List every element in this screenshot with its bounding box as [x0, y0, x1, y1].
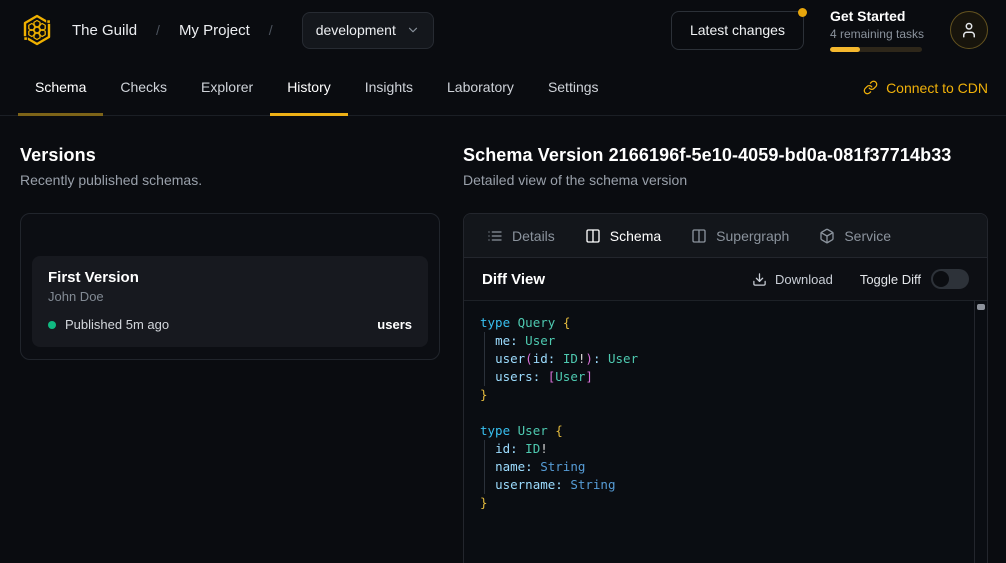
tab-label: Supergraph	[716, 228, 789, 244]
tab-supergraph[interactable]: Supergraph	[676, 214, 804, 257]
connect-to-cdn-button[interactable]: Connect to CDN	[863, 60, 988, 115]
download-icon	[752, 272, 767, 287]
header-right: Latest changes Get Started 4 remaining t…	[671, 8, 988, 52]
toggle-diff-knob	[933, 271, 949, 287]
schema-version-subtitle: Detailed view of the schema version	[463, 172, 988, 188]
breadcrumb-separator: /	[266, 22, 276, 38]
nav-tab-label: Schema	[35, 79, 86, 95]
header-left: The Guild / My Project / development	[18, 11, 434, 49]
get-started-subtitle: 4 remaining tasks	[830, 26, 924, 42]
tab-label: Schema	[610, 228, 661, 244]
nav-tab-insights[interactable]: Insights	[348, 60, 430, 116]
user-avatar-button[interactable]	[950, 11, 988, 49]
download-button[interactable]: Download	[752, 272, 833, 287]
nav-tab-laboratory[interactable]: Laboratory	[430, 60, 531, 116]
primary-nav: Schema Checks Explorer History Insights …	[0, 60, 1006, 116]
tab-details[interactable]: Details	[472, 214, 570, 257]
tab-service[interactable]: Service	[804, 214, 906, 257]
link-icon	[863, 80, 878, 95]
schema-version-card: Details Schema Supergraph	[463, 213, 988, 563]
code-block: type Query { me: User user(id: ID!): Use…	[480, 314, 971, 512]
tab-label: Service	[844, 228, 891, 244]
nav-tab-label: Settings	[548, 79, 599, 95]
columns-icon	[691, 228, 707, 244]
tab-schema[interactable]: Schema	[570, 214, 676, 257]
versions-subtitle: Recently published schemas.	[20, 172, 440, 188]
breadcrumb-separator: /	[153, 22, 163, 38]
list-icon	[487, 228, 503, 244]
nav-tab-history[interactable]: History	[270, 60, 348, 116]
download-label: Download	[775, 272, 833, 287]
columns-icon	[585, 228, 601, 244]
toggle-diff-control: Toggle Diff	[860, 269, 969, 289]
tab-label: Details	[512, 228, 555, 244]
get-started-widget[interactable]: Get Started 4 remaining tasks	[830, 8, 924, 52]
versions-list-card: First Version John Doe Published 5m ago …	[20, 213, 440, 360]
version-author: John Doe	[48, 289, 412, 304]
notification-dot	[798, 8, 807, 17]
diff-view-actions: Download Toggle Diff	[752, 269, 969, 289]
nav-tab-settings[interactable]: Settings	[531, 60, 616, 116]
nav-tab-label: Explorer	[201, 79, 253, 95]
get-started-title: Get Started	[830, 8, 924, 26]
diff-view-title: Diff View	[482, 271, 545, 288]
nav-tab-label: Laboratory	[447, 79, 514, 95]
schema-code-viewer: type Query { me: User user(id: ID!): Use…	[464, 301, 987, 563]
environment-selector-value: development	[316, 22, 396, 38]
nav-tab-label: Checks	[120, 79, 167, 95]
user-icon	[960, 21, 978, 39]
main-content: Versions Recently published schemas. Fir…	[0, 116, 1006, 563]
app-root: The Guild / My Project / development Lat…	[0, 0, 1006, 563]
nav-tab-label: History	[287, 79, 331, 95]
diff-view-header: Diff View Download Toggle Diff	[464, 258, 987, 301]
versions-title: Versions	[20, 145, 440, 166]
connect-to-cdn-label: Connect to CDN	[886, 80, 988, 96]
published-status-dot	[48, 321, 56, 329]
get-started-progress-fill	[830, 47, 860, 52]
schema-version-panel: Schema Version 2166196f-5e10-4059-bd0a-0…	[463, 145, 988, 563]
hive-logo-icon	[19, 12, 55, 48]
schema-version-title: Schema Version 2166196f-5e10-4059-bd0a-0…	[463, 145, 988, 166]
breadcrumb-org[interactable]: The Guild	[72, 22, 137, 39]
app-header: The Guild / My Project / development Lat…	[0, 0, 1006, 60]
nav-tab-explorer[interactable]: Explorer	[184, 60, 270, 116]
version-name: First Version	[48, 269, 412, 286]
latest-changes-label: Latest changes	[690, 22, 785, 38]
nav-tab-checks[interactable]: Checks	[103, 60, 184, 116]
latest-changes-button[interactable]: Latest changes	[671, 11, 804, 50]
nav-tab-schema[interactable]: Schema	[18, 60, 103, 116]
toggle-diff-switch[interactable]	[931, 269, 969, 289]
code-scrollbar	[974, 301, 987, 563]
version-status: Published 5m ago	[65, 317, 169, 332]
versions-panel: Versions Recently published schemas. Fir…	[20, 145, 440, 563]
chevron-down-icon	[406, 23, 420, 37]
nav-tab-label: Insights	[365, 79, 413, 95]
version-status-row: Published 5m ago users	[48, 317, 412, 332]
toggle-diff-label: Toggle Diff	[860, 272, 921, 287]
code-scrollbar-thumb[interactable]	[977, 304, 985, 310]
version-list-item[interactable]: First Version John Doe Published 5m ago …	[32, 256, 428, 347]
get-started-progressbar	[830, 47, 922, 52]
environment-selector[interactable]: development	[302, 12, 434, 49]
schema-version-tabs: Details Schema Supergraph	[464, 214, 987, 258]
version-service-badge: users	[377, 317, 412, 332]
cube-icon	[819, 228, 835, 244]
breadcrumb-project[interactable]: My Project	[179, 22, 250, 39]
hive-logo[interactable]	[18, 11, 56, 49]
